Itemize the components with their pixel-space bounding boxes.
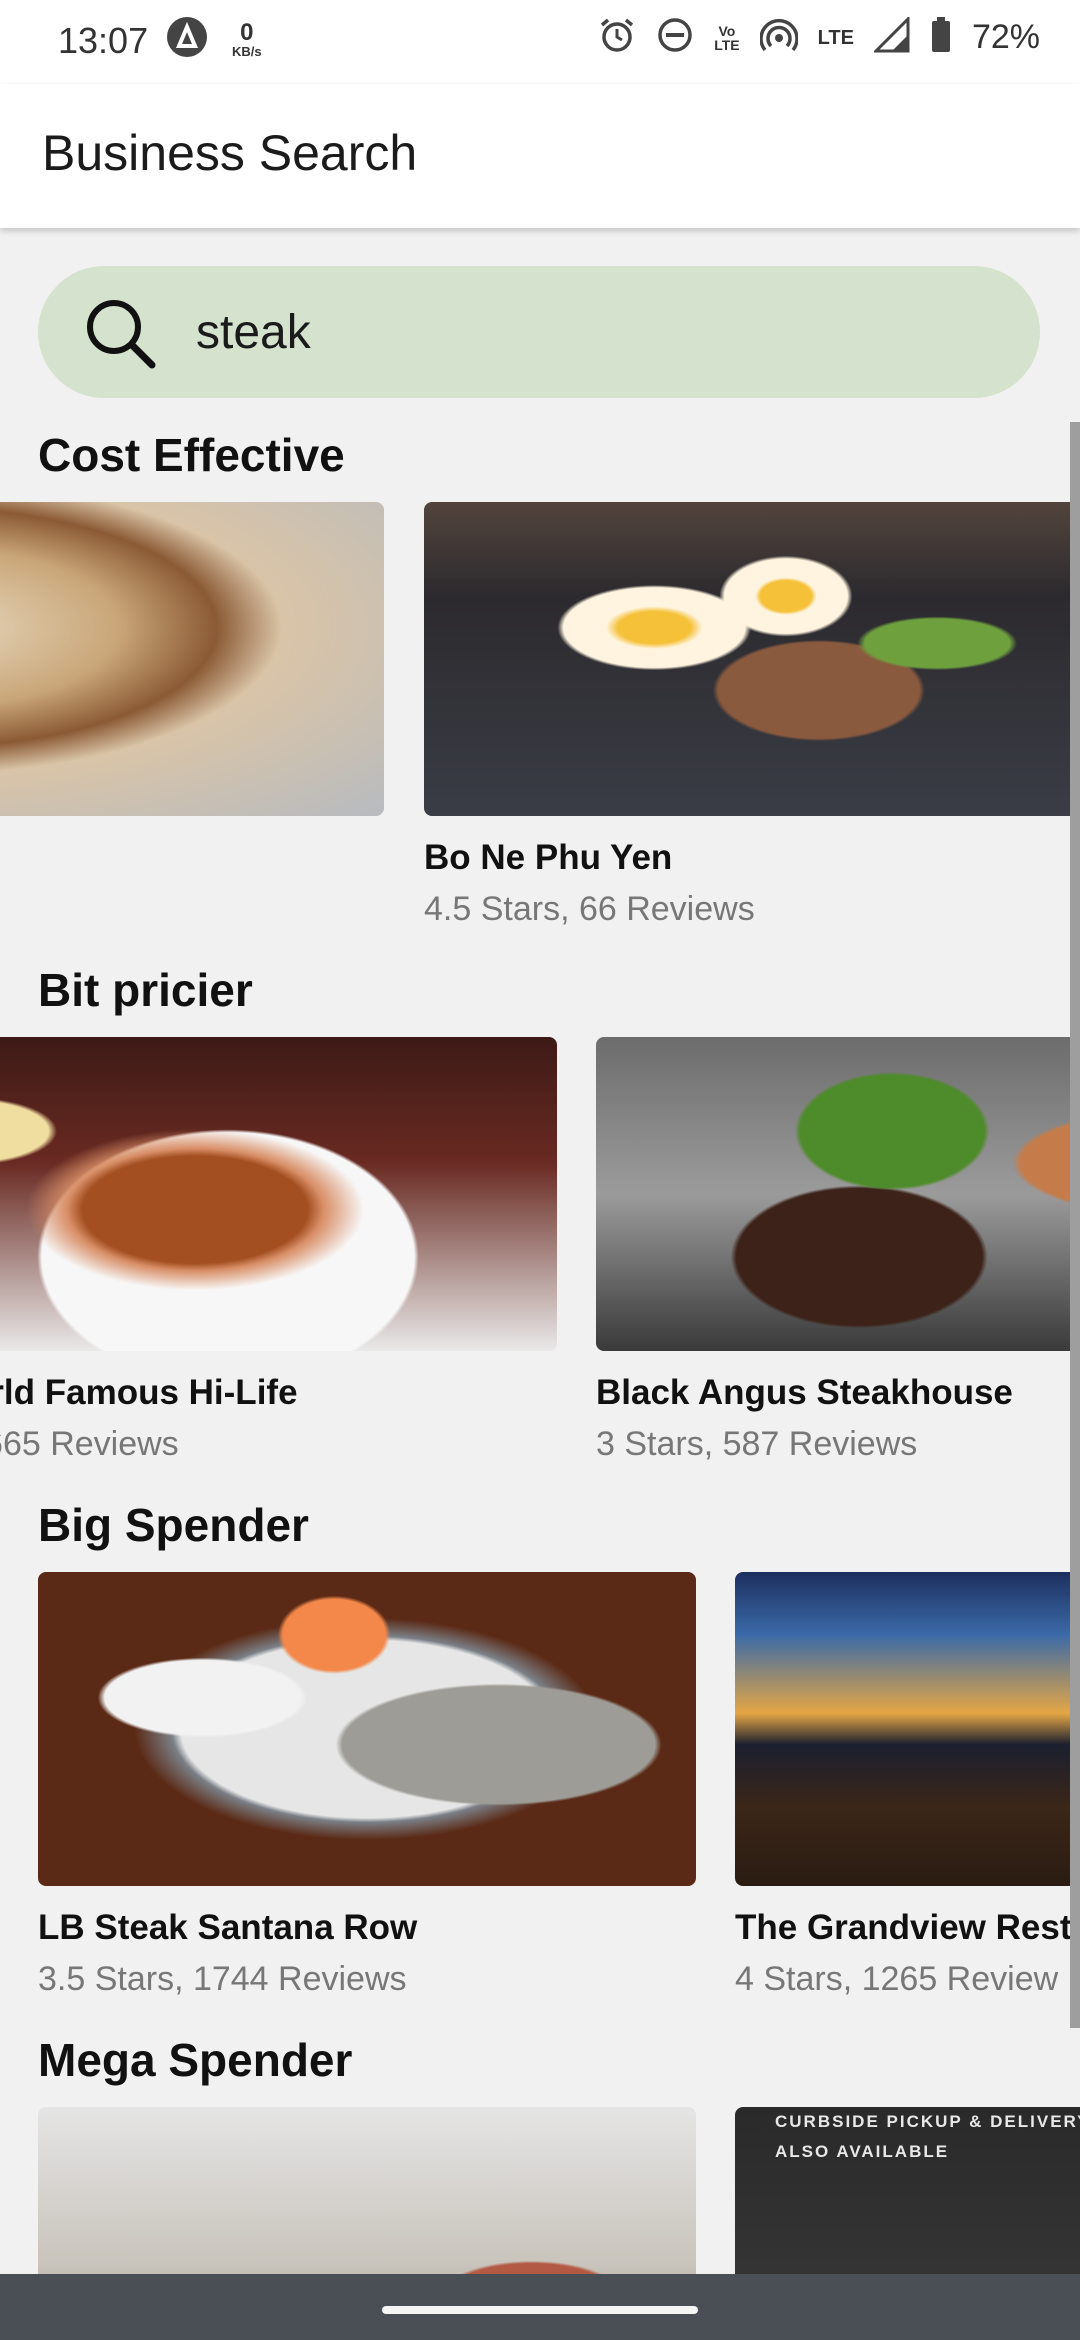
business-photo[interactable] [424,502,1080,816]
search-input[interactable] [196,304,956,360]
volte-icon: Vo LTE [714,22,740,53]
scrollbar[interactable] [1070,422,1080,2028]
business-photo[interactable] [38,2107,696,2274]
business-photo[interactable] [0,502,384,816]
business-photo[interactable] [596,1037,1080,1351]
business-name: LB Steak Santana Row [38,1908,418,1947]
status-left-icons: 0 KB/s [166,16,262,63]
section-title-bit-pricier: Bit pricier [38,964,253,1016]
page-title: Business Search [42,125,418,181]
app-notification-icon [166,16,208,63]
hotspot-icon [758,16,799,59]
business-name: The Grandview Resta [735,1908,1080,1947]
business-rating: ars, 1665 Reviews [0,1425,179,1463]
signal-icon [872,15,910,58]
business-photo[interactable] [735,1572,1080,1886]
business-rating: eviews [0,838,384,877]
business-rating: 3.5 Stars, 1744 Reviews [38,1960,407,1998]
search-icon[interactable] [78,291,160,373]
business-rating: 4 Stars, 1265 Review [735,1960,1059,1998]
home-gesture-handle[interactable] [382,2306,698,2314]
business-card[interactable]: eviews [0,502,384,877]
network-speed-value: 0 [240,19,254,46]
business-name: 's World Famous Hi-Life [0,1373,298,1412]
business-name: Black Angus Steakhouse [596,1373,1013,1412]
business-card[interactable]: Bo Ne Phu Yen 4.5 Stars, 66 Reviews [424,502,1080,929]
app-bar: Business Search [0,84,1080,228]
business-card[interactable]: CURBSIDE PICKUP & DELIVERY ALSO AVAILABL… [735,2107,1080,2274]
business-card[interactable]: Black Angus Steakhouse 3 Stars, 587 Revi… [596,1037,1080,1464]
battery-percentage: 72% [971,18,1040,56]
results-scroll-view[interactable]: Cost Effective eviews Bo Ne Phu Yen 4.5 … [0,228,1080,2274]
navigation-bar [0,2274,1080,2340]
alarm-icon [598,16,636,59]
battery-icon [930,16,952,59]
do-not-disturb-icon [656,16,694,59]
lte-icon: LTE [817,26,854,49]
business-photo[interactable]: CURBSIDE PICKUP & DELIVERY ALSO AVAILABL… [735,2107,1080,2274]
section-title-big-spender: Big Spender [38,1499,309,1551]
business-card[interactable]: The Grandview Resta 4 Stars, 1265 Review [735,1572,1080,1999]
business-rating: 4.5 Stars, 66 Reviews [424,890,755,928]
business-rating: 3 Stars, 587 Reviews [596,1425,918,1463]
status-bar: 13:07 0 KB/s Vo LTE LTE 72% [0,0,1080,84]
status-time: 13:07 [58,20,149,61]
business-photo[interactable] [0,1037,557,1351]
network-speed: 0 KB/s [232,19,262,59]
section-title-cost-effective: Cost Effective [38,429,345,481]
business-photo[interactable] [38,1572,696,1886]
business-card[interactable]: LB Steak Santana Row 3.5 Stars, 1744 Rev… [38,1572,696,1999]
business-name: Bo Ne Phu Yen [424,838,673,877]
status-right-icons: Vo LTE LTE 72% [598,15,1040,59]
business-card[interactable] [38,2107,696,2274]
business-card[interactable]: 's World Famous Hi-Life ars, 1665 Review… [0,1037,557,1464]
section-title-mega-spender: Mega Spender [38,2034,353,2086]
photo-caption: CURBSIDE PICKUP & DELIVERY ALSO AVAILABL… [775,2112,1080,2161]
network-speed-unit: KB/s [232,44,262,59]
search-bar[interactable] [38,266,1040,398]
